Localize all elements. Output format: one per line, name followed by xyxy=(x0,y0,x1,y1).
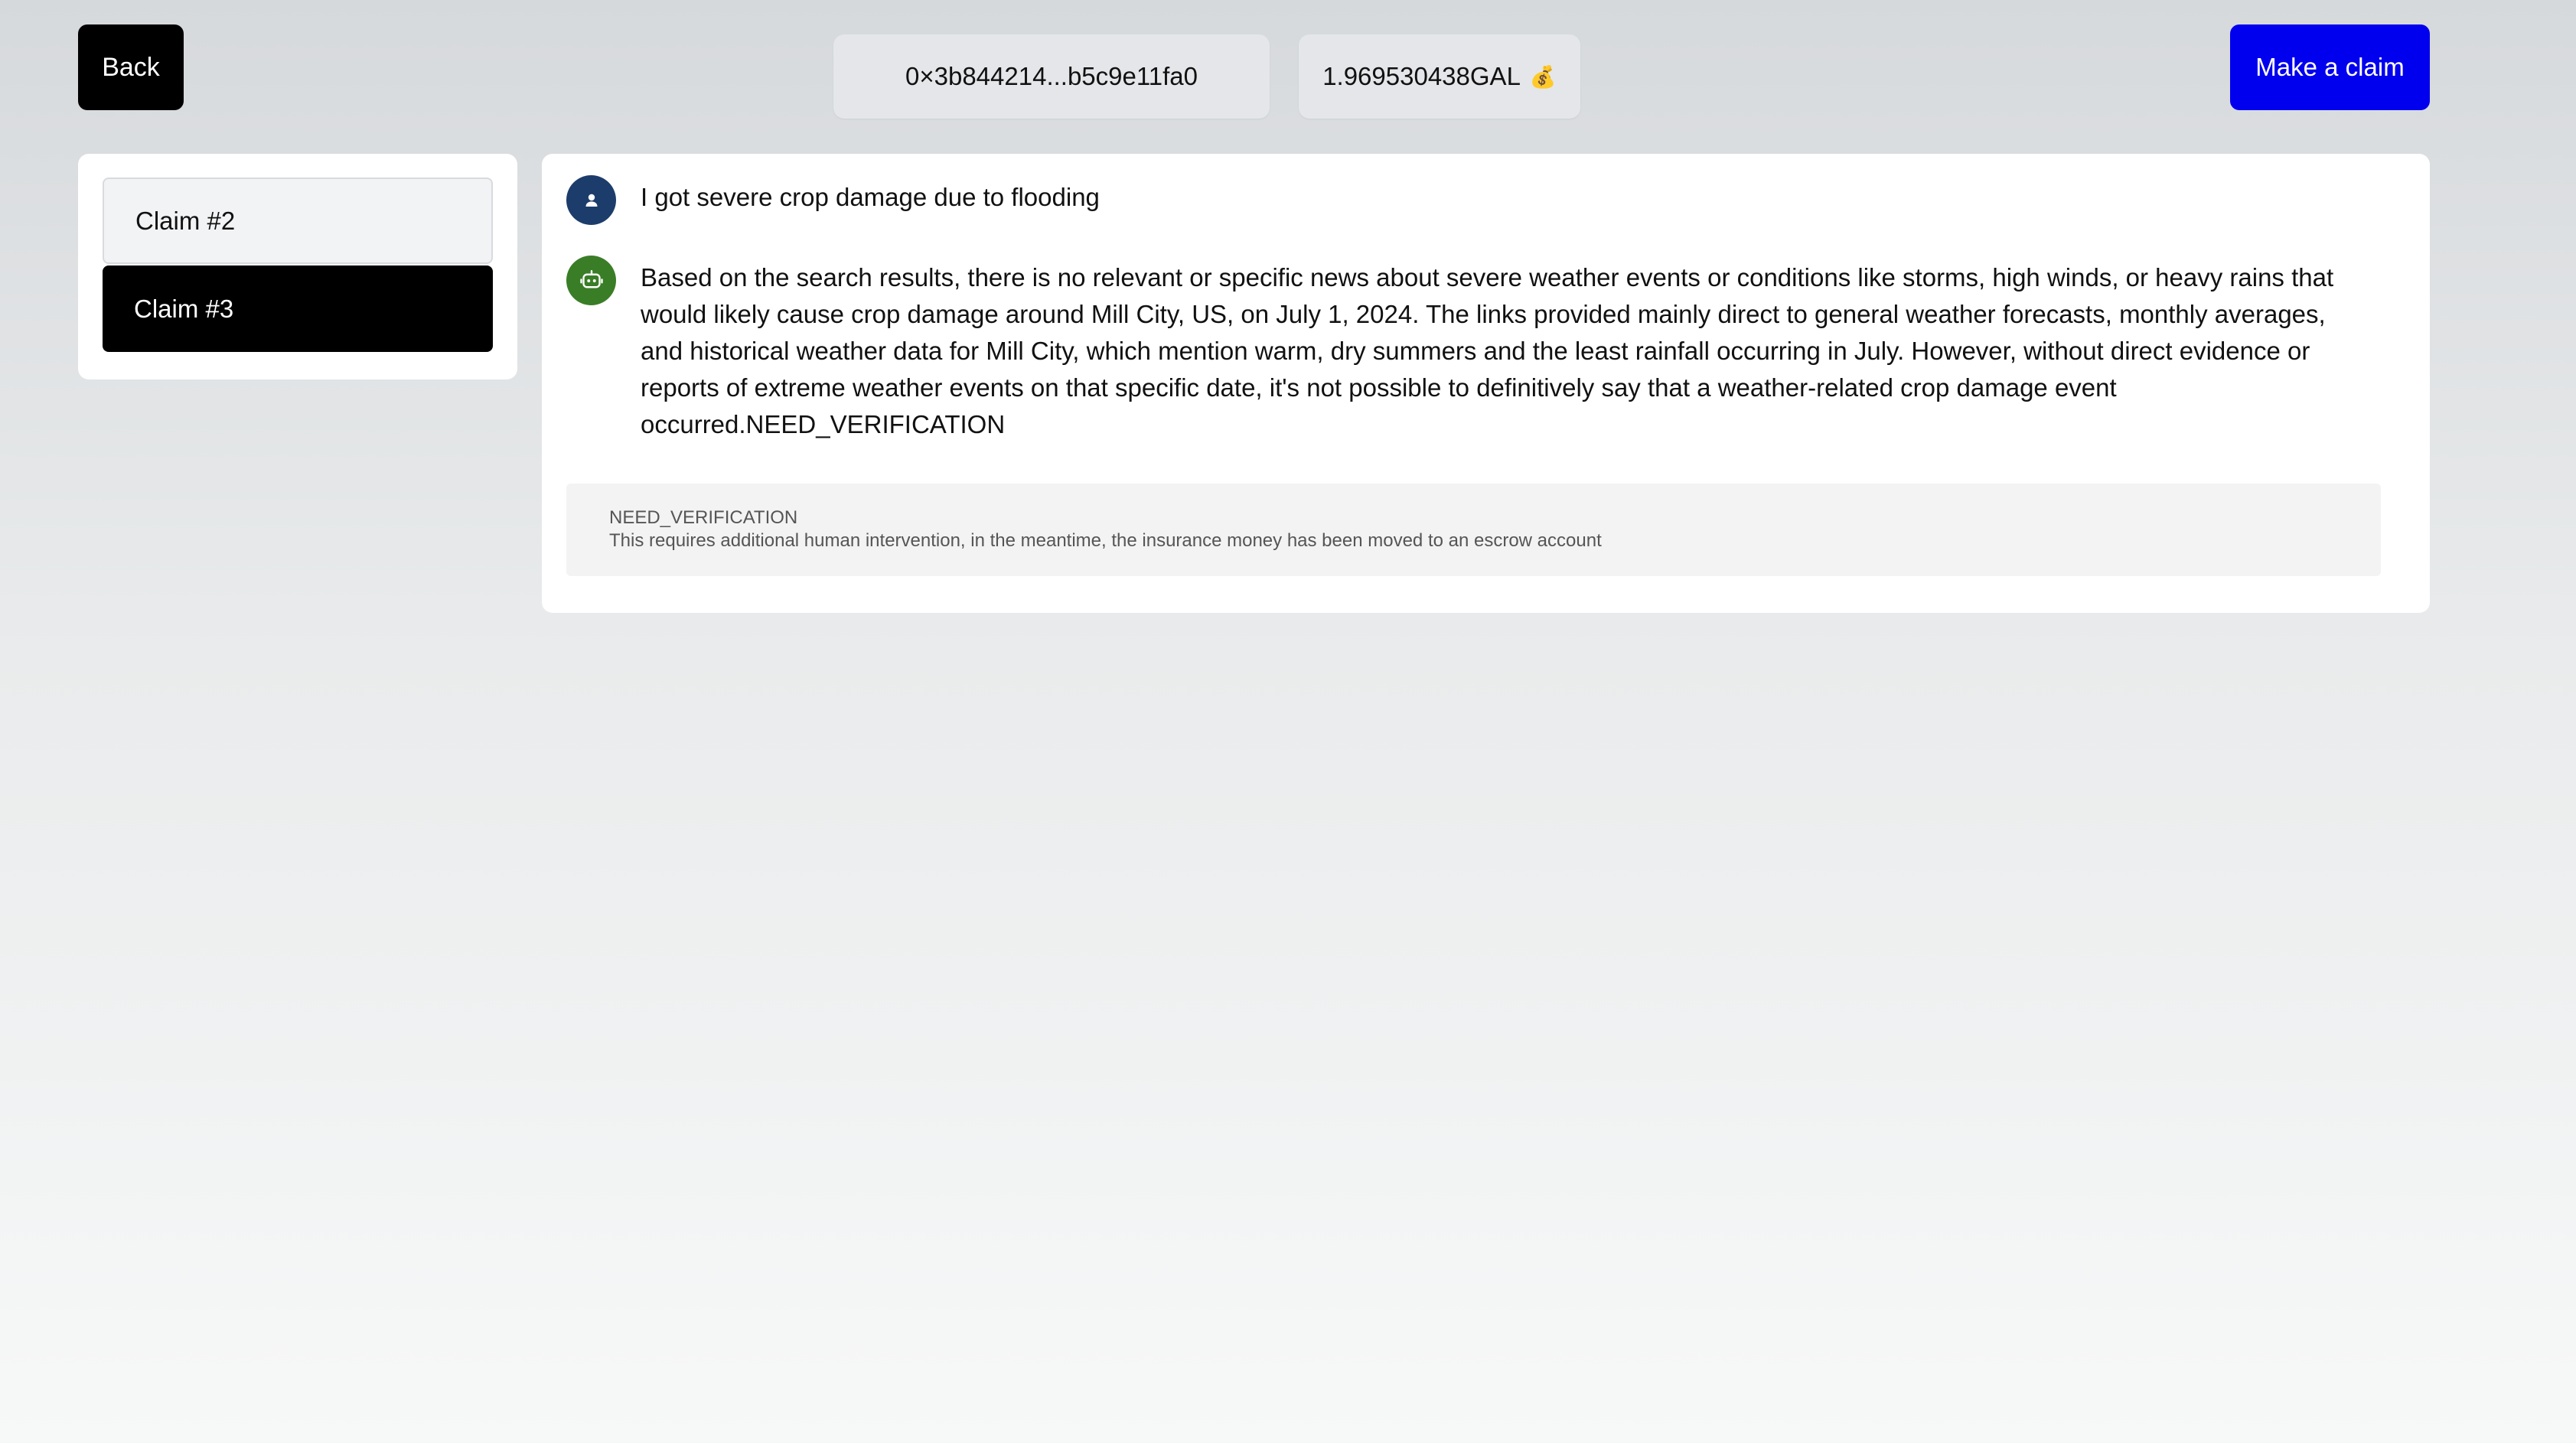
sidebar-item-claim-3[interactable]: Claim #3 xyxy=(103,265,493,352)
bot-message-line: would likely cause crop damage around Mi… xyxy=(641,300,2326,328)
balance-text: 1.969530438GAL xyxy=(1322,62,1521,90)
user-avatar xyxy=(566,175,616,225)
bot-message-line: Based on the search results, there is no… xyxy=(641,263,2334,292)
back-button[interactable]: Back xyxy=(78,24,184,110)
make-claim-button[interactable]: Make a claim xyxy=(2230,24,2430,110)
bot-message-text: Based on the search results, there is no… xyxy=(641,259,2477,443)
notice-title: NEED_VERIFICATION xyxy=(609,507,798,528)
verification-notice: NEED_VERIFICATION This requires addition… xyxy=(566,484,2381,576)
claim-label: Claim #3 xyxy=(134,294,234,323)
sidebar-item-claim-2[interactable]: Claim #2 xyxy=(103,178,493,264)
claims-sidebar: Claim #2 Claim #3 xyxy=(78,154,517,379)
wallet-balance: 1.969530438GAL 💰 xyxy=(1299,34,1580,119)
user-message: I got severe crop damage due to flooding xyxy=(566,175,2477,225)
notice-description: This requires additional human intervent… xyxy=(609,530,1602,551)
money-bag-icon: 💰 xyxy=(1529,64,1557,89)
bot-message-line: occurred.NEED_VERIFICATION xyxy=(641,410,1006,438)
claim-label: Claim #2 xyxy=(135,206,236,235)
user-icon xyxy=(585,194,597,207)
user-message-text: I got severe crop damage due to flooding xyxy=(641,183,1100,211)
bot-avatar xyxy=(566,256,616,305)
wallet-address-text: 0×3b844214...b5c9e11fa0 xyxy=(905,62,1198,90)
robot-icon xyxy=(579,269,603,288)
chat-panel: I got severe crop damage due to flooding… xyxy=(542,154,2430,613)
bot-message: Based on the search results, there is no… xyxy=(566,256,2477,443)
bot-message-line: reports of extreme weather events on tha… xyxy=(641,373,2117,402)
bot-message-line: and historical weather data for Mill Cit… xyxy=(641,337,2310,365)
wallet-address: 0×3b844214...b5c9e11fa0 xyxy=(833,34,1270,119)
